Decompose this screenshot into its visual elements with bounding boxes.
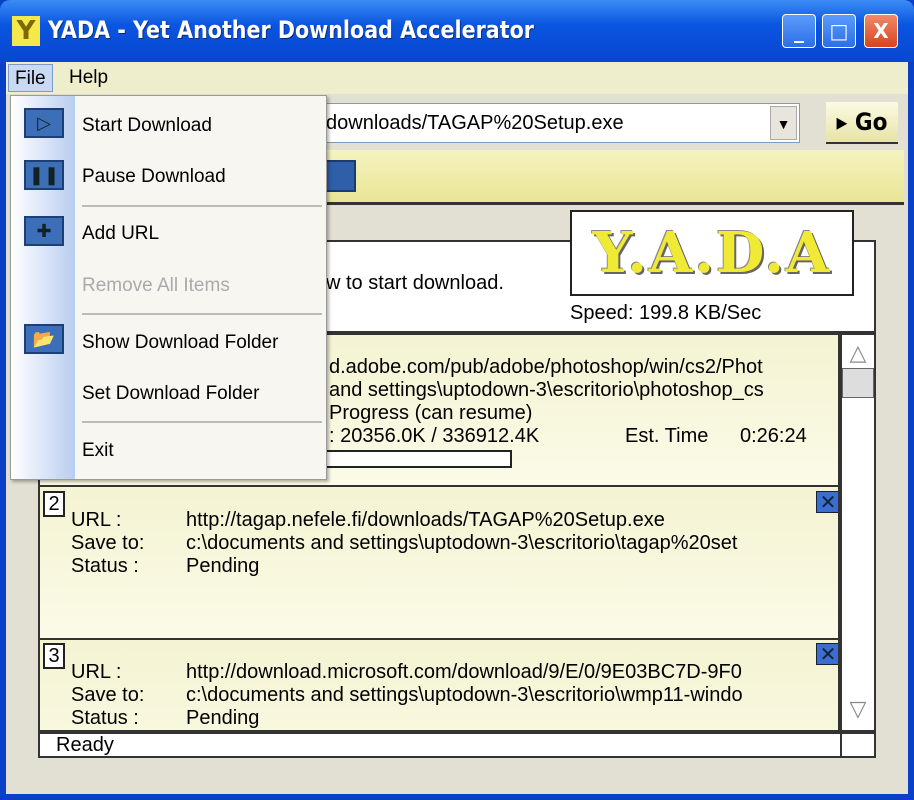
est-time-label: Est. Time <box>625 425 709 447</box>
menu-item-exit[interactable]: Exit <box>82 436 114 466</box>
maximize-button[interactable]: □ <box>822 14 856 48</box>
item-number: 2 <box>43 491 65 517</box>
status-label: Status : <box>71 555 139 577</box>
instruction-text: w to start download. <box>326 272 504 294</box>
play-icon: ▷ <box>24 108 64 138</box>
remove-item-icon[interactable]: ✕ <box>816 643 838 665</box>
status-label: Status : <box>71 707 139 729</box>
save-label: Save to: <box>71 532 145 554</box>
pause-icon: ❚❚ <box>24 160 64 190</box>
est-time-value: 0:26:24 <box>740 425 807 447</box>
open-folder-icon: 📂 <box>24 324 64 354</box>
menu-item-show-download-folder[interactable]: Show Download Folder <box>82 328 278 358</box>
minimize-button[interactable]: _ <box>782 14 816 48</box>
url-value: http://download.microsoft.com/download/9… <box>186 661 742 683</box>
download-item-3[interactable]: 3 ✕ URL : http://download.microsoft.com/d… <box>40 640 838 730</box>
menu-help[interactable]: Help <box>63 64 114 92</box>
scroll-down-icon[interactable]: ▽ <box>844 694 872 724</box>
menu-item-add-url[interactable]: Add URL <box>82 219 159 249</box>
url-label: URL : <box>71 509 122 531</box>
go-button[interactable]: ▸ Go <box>826 102 898 144</box>
url-label: URL : <box>71 661 122 683</box>
close-button[interactable]: X <box>864 14 898 48</box>
menu-separator <box>82 421 322 423</box>
save-label: Save to: <box>71 684 145 706</box>
scroll-thumb[interactable] <box>842 368 874 398</box>
status-bar: Ready <box>38 732 876 758</box>
url-value: d.adobe.com/pub/adobe/photoshop/win/cs2/… <box>329 356 763 378</box>
save-path: c:\documents and settings\uptodown-3\esc… <box>186 684 743 706</box>
save-path: c:\documents and settings\uptodown-3\esc… <box>186 532 738 554</box>
dropdown-arrow-icon[interactable]: ▼ <box>770 106 797 140</box>
add-icon: ✚ <box>24 216 64 246</box>
window-title: YADA - Yet Another Download Accelerator <box>48 16 534 44</box>
menu-item-pause-download[interactable]: Pause Download <box>82 162 226 192</box>
url-value: http://tagap.nefele.fi/downloads/TAGAP%2… <box>186 509 665 531</box>
scroll-up-icon[interactable]: △ <box>844 338 872 368</box>
menu-bar <box>6 62 908 94</box>
menu-item-start-download[interactable]: Start Download <box>82 111 212 141</box>
yada-logo: Y.A.D.A <box>570 210 854 296</box>
menu-separator <box>82 313 322 315</box>
menu-file[interactable]: File <box>8 64 53 92</box>
status-bar-panel <box>840 732 876 758</box>
item-number: 3 <box>43 643 65 669</box>
app-icon: Y <box>12 16 40 46</box>
size-value: : 20356.0K / 336912.4K <box>329 425 540 447</box>
remove-item-icon[interactable]: ✕ <box>816 491 838 513</box>
menu-icon-strip <box>11 96 75 479</box>
menu-separator <box>82 205 322 207</box>
menu-item-remove-all-items: Remove All Items <box>82 275 230 296</box>
paste-icon[interactable] <box>322 160 356 192</box>
menu-item-set-download-folder[interactable]: Set Download Folder <box>82 379 259 409</box>
status-value: Pending <box>186 555 260 577</box>
status-value: Progress (can resume) <box>329 402 533 424</box>
download-item-2[interactable]: 2 ✕ URL : http://tagap.nefele.fi/download… <box>40 488 838 640</box>
speed-readout: Speed: 199.8 KB/Sec <box>570 302 762 324</box>
status-value: Pending <box>186 707 260 729</box>
save-path: and settings\uptodown-3\escritorio\photo… <box>329 379 764 401</box>
